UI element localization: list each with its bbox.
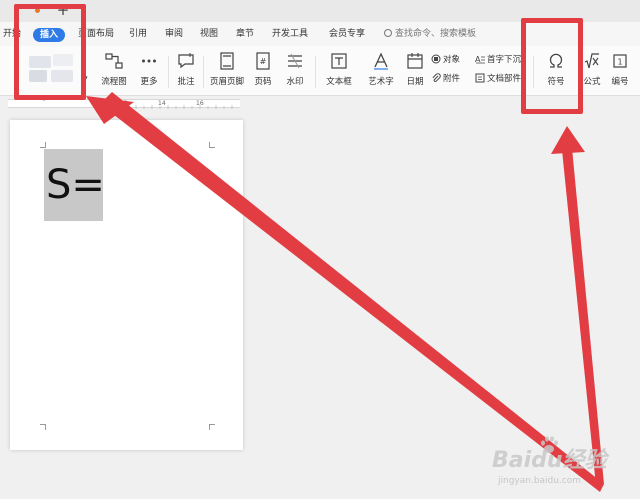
watermark-url: jingyan.baidu.com bbox=[498, 476, 582, 486]
baidu-watermark: Baidu经验 jingyan.baidu.com bbox=[486, 436, 636, 496]
arrow-to-symbol-shaft bbox=[562, 148, 604, 486]
annotation-arrows bbox=[86, 92, 604, 492]
arrow-to-insert-shaft bbox=[100, 92, 604, 492]
watermark-brand: Baidu经验 bbox=[492, 448, 607, 473]
arrow-to-symbol-head bbox=[551, 126, 585, 154]
